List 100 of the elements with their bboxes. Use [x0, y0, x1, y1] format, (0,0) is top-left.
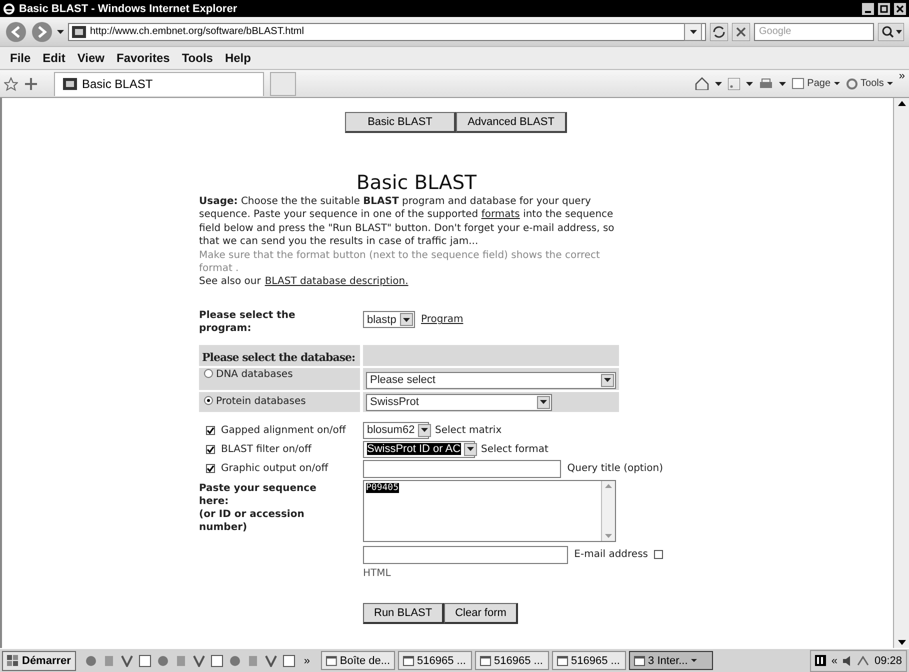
maximize-icon[interactable] — [878, 2, 890, 14]
database-select[interactable]: SwissProt — [366, 394, 552, 411]
scroll-up-icon — [605, 484, 612, 488]
address-field[interactable]: http://www.ch.embnet.org/software/bBLAST.html — [68, 22, 706, 40]
caret-icon — [779, 82, 786, 86]
radio-button[interactable] — [204, 368, 213, 378]
html-label: HTML — [363, 568, 392, 579]
app-icon[interactable] — [156, 654, 169, 666]
speaker-icon[interactable] — [842, 656, 852, 666]
caret-icon — [540, 400, 547, 404]
more-button[interactable]: » — [898, 70, 905, 82]
checkbox[interactable] — [206, 464, 215, 474]
refresh-icon[interactable] — [710, 22, 728, 40]
search-field[interactable]: Google — [754, 22, 874, 40]
taskbar-button[interactable]: 516965 ... — [552, 651, 626, 670]
more-button[interactable]: » — [304, 654, 310, 666]
back-button-icon[interactable] — [5, 20, 27, 42]
app-icon[interactable] — [84, 654, 97, 666]
database-option-label: Protein databases — [216, 395, 306, 408]
check-icon — [207, 426, 214, 434]
sequence-field[interactable]: P09405 — [363, 480, 616, 542]
email-field[interactable] — [363, 546, 568, 564]
scroll-down-icon[interactable] — [898, 640, 906, 645]
select-note: Select format — [481, 444, 548, 455]
app-icon[interactable] — [120, 654, 133, 666]
see-also-text: See also our — [199, 275, 261, 289]
checkbox[interactable] — [654, 550, 663, 560]
browser-logo-icon — [3, 2, 15, 14]
app-icon[interactable] — [138, 654, 151, 666]
taskbar-button[interactable]: 516965 ... — [475, 651, 550, 670]
forward-button-icon[interactable] — [31, 20, 53, 42]
database-select[interactable]: Please select — [366, 372, 616, 389]
window-icon — [634, 656, 646, 666]
window-icon — [326, 656, 337, 666]
program-link[interactable]: Program — [421, 314, 464, 326]
option-label: Graphic output on/off — [221, 462, 328, 476]
network-icon[interactable] — [857, 656, 870, 666]
taskbar-button[interactable]: 3 Inter... — [629, 651, 714, 670]
matrix-select[interactable]: blosum62 — [363, 422, 429, 439]
scroll-up-icon[interactable] — [898, 101, 906, 106]
taskbar-button[interactable]: Boîte de... — [321, 651, 396, 670]
app-icon[interactable] — [210, 654, 223, 666]
window-icon — [403, 656, 414, 666]
feed-icon[interactable] — [728, 78, 740, 90]
app-icon[interactable] — [282, 654, 295, 666]
scrollbar[interactable] — [893, 98, 909, 648]
browser-tab[interactable]: Basic BLAST — [54, 72, 264, 96]
checkbox[interactable] — [206, 426, 215, 435]
caret-icon — [420, 428, 428, 432]
tray-expand-button[interactable]: « — [831, 654, 838, 666]
caret-icon — [886, 82, 893, 85]
usage-text: Usage: Choose the the suitable BLAST program and database for your query sequence. Paste your sequence in one of the supported formats into the sequence field below and press the "Run BLAST" button. Don't forget your e-mail address, so that we can send you the results in case of traffic jam... — [199, 195, 616, 249]
language-icon[interactable] — [815, 655, 826, 666]
caret-icon — [690, 659, 697, 662]
field-note: Query title (option) — [567, 463, 663, 474]
command-button[interactable]: Page — [792, 78, 840, 90]
caret-icon — [690, 30, 696, 34]
menu-item[interactable]: Edit — [36, 49, 72, 67]
menu-item[interactable]: Help — [218, 49, 257, 67]
sequence-hint: (or ID or accession number) — [199, 508, 306, 534]
radio-button[interactable] — [204, 396, 213, 406]
search-icon[interactable] — [878, 22, 904, 40]
plus-icon[interactable] — [24, 76, 38, 90]
minimize-icon[interactable] — [862, 2, 874, 14]
menu-item[interactable]: File — [4, 49, 37, 67]
app-icon[interactable] — [192, 654, 205, 666]
menu-item[interactable]: Tools — [176, 49, 219, 67]
window-title: Basic BLAST - Windows Internet Explorer — [19, 2, 238, 14]
close-icon[interactable] — [894, 2, 906, 14]
format-select[interactable]: SwissProt ID or AC — [363, 440, 475, 458]
page-heading: Basic BLAST — [355, 171, 478, 194]
page-icon — [792, 78, 804, 90]
check-icon — [207, 465, 214, 472]
program-select[interactable]: blastp — [363, 311, 415, 328]
caret-icon — [604, 378, 611, 382]
app-icon[interactable] — [228, 654, 241, 666]
formats-link[interactable]: formats — [481, 209, 520, 220]
stop-icon[interactable] — [732, 22, 750, 40]
menu-item[interactable]: View — [71, 49, 110, 67]
nav-button[interactable]: Basic BLAST — [345, 112, 456, 133]
database-description-link[interactable]: BLAST database description. — [264, 275, 408, 289]
menu-item[interactable]: Favorites — [110, 49, 176, 67]
caret-icon — [834, 82, 840, 85]
start-button[interactable]: Démarrer — [2, 650, 76, 670]
form-button[interactable]: Clear form — [444, 602, 518, 624]
clock: 09:28 — [874, 654, 902, 666]
query-title-field[interactable] — [363, 460, 562, 478]
checkbox[interactable] — [206, 444, 215, 454]
form-button[interactable]: Run BLAST — [363, 602, 444, 624]
option-label: Gapped alignment on/off — [221, 424, 346, 437]
printer-icon[interactable] — [759, 78, 774, 90]
command-button[interactable]: Tools — [846, 78, 893, 90]
app-icon[interactable] — [264, 654, 277, 666]
email-label: E-mail address — [574, 549, 648, 560]
taskbar-button[interactable]: 516965 ... — [398, 651, 472, 670]
star-icon[interactable] — [4, 76, 18, 90]
home-icon[interactable] — [695, 77, 710, 90]
caret-icon — [466, 447, 474, 452]
nav-button[interactable]: Advanced BLAST — [456, 112, 567, 133]
program-label: Please select the program: — [199, 308, 296, 336]
